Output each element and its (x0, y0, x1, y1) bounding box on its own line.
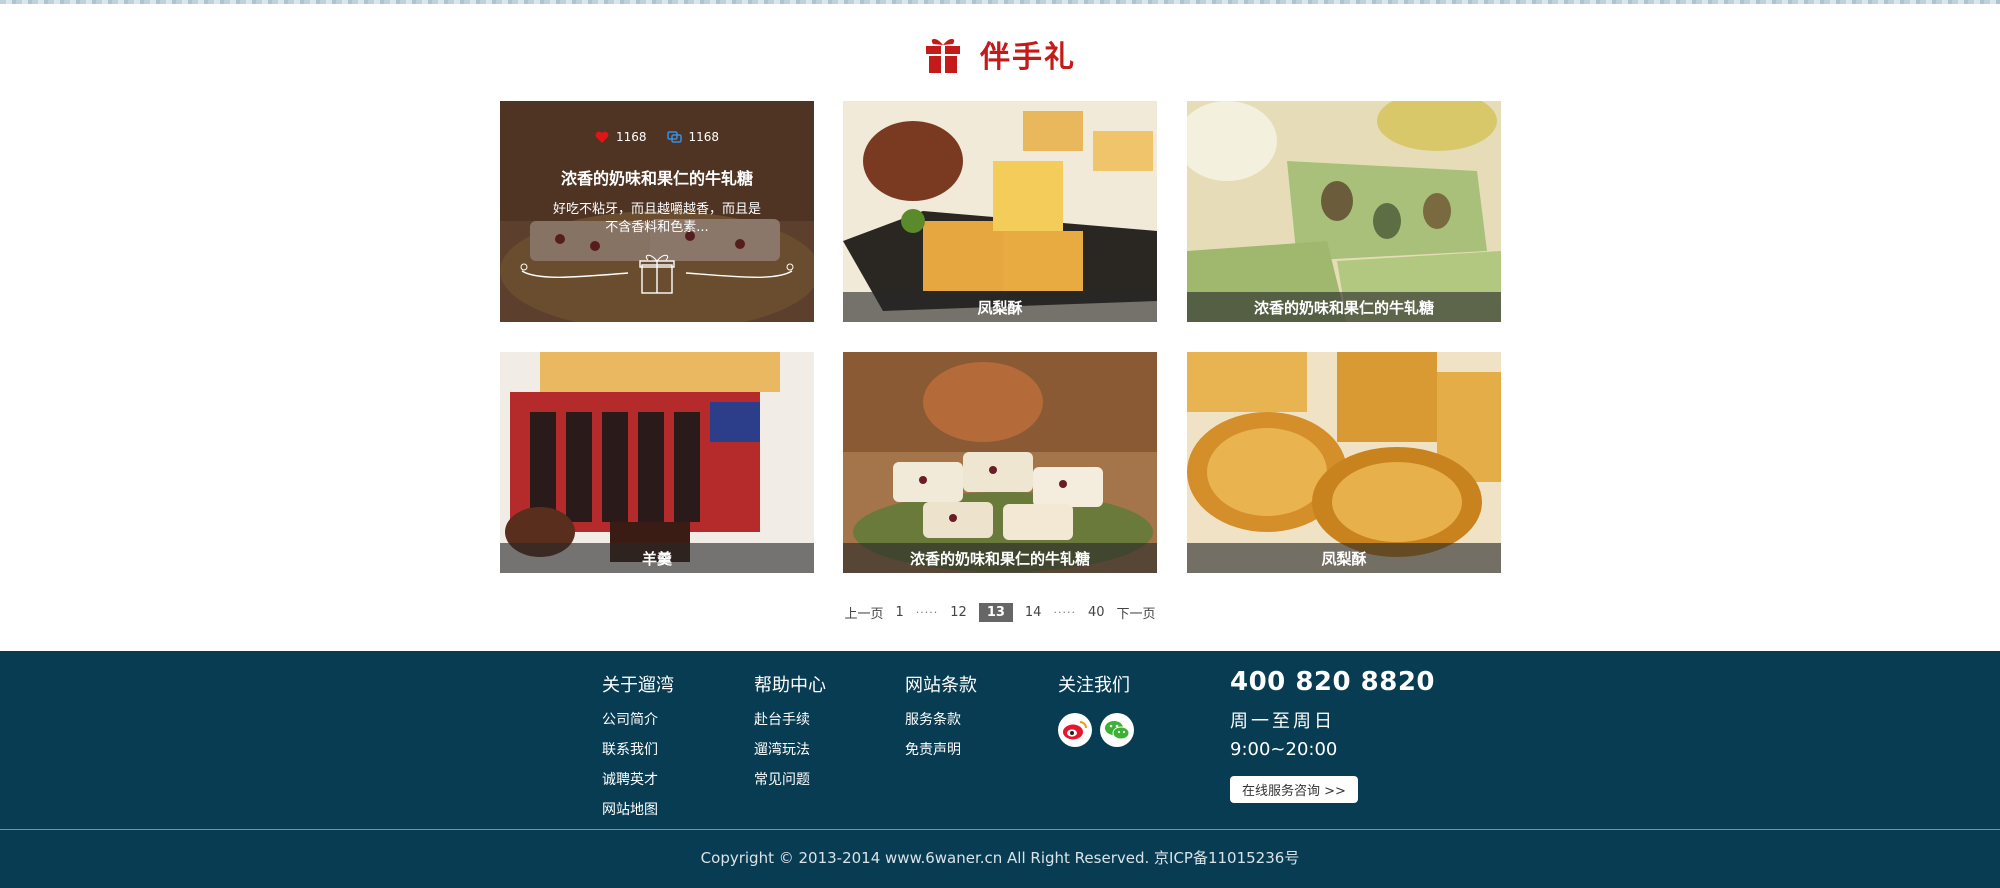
product-photo-yokan (500, 352, 814, 573)
footer-link[interactable]: 联系我们 (602, 735, 674, 765)
product-stats: 1168 1168 (500, 130, 814, 144)
pagination-ellipsis: ····· (1053, 605, 1076, 619)
footer-link[interactable]: 免责声明 (905, 735, 977, 765)
footer-link[interactable]: 常见问题 (754, 765, 826, 795)
pagination-page[interactable]: 40 (1088, 605, 1105, 620)
product-overlay-description: 好吃不粘牙，而且越嚼越香，而且是不含香料和色素... (552, 202, 761, 235)
footer-terms-column: 网站条款 服务条款 免责声明 (905, 671, 977, 765)
site-footer: 关于遛湾 公司简介 联系我们 诚聘英才 网站地图 帮助中心 赴台手续 遛湾玩法 … (0, 651, 2000, 888)
product-card[interactable]: 1168 1168 浓香的奶味和果仁的牛轧糖 好吃不粘牙，而且越嚼越香，而且是不… (500, 101, 814, 322)
footer-link[interactable]: 服务条款 (905, 705, 977, 735)
product-caption: 凤梨酥 (1187, 543, 1501, 573)
heart-icon (595, 131, 609, 143)
pagination-page[interactable]: 1 (896, 605, 904, 620)
product-photo-pineapple-cake (843, 101, 1157, 322)
pagination-current-page[interactable]: 13 (978, 602, 1013, 622)
product-caption: 浓香的奶味和果仁的牛轧糖 (1187, 292, 1501, 322)
footer-link[interactable]: 诚聘英才 (602, 765, 674, 795)
top-decorative-strip (0, 0, 2000, 4)
product-caption: 凤梨酥 (843, 292, 1157, 322)
pagination-prev[interactable]: 上一页 (844, 603, 883, 622)
pagination-page[interactable]: 12 (950, 605, 967, 620)
product-card[interactable]: 浓香的奶味和果仁的牛轧糖 (1187, 101, 1501, 322)
comment-icon (666, 130, 682, 143)
product-overlay-title: 浓香的奶味和果仁的牛轧糖 (560, 169, 753, 188)
service-days: 周一至周日 (1230, 711, 1335, 732)
pagination-next[interactable]: 下一页 (1116, 603, 1155, 622)
product-card[interactable]: 凤梨酥 (843, 101, 1157, 322)
product-hover-overlay: 1168 1168 浓香的奶味和果仁的牛轧糖 好吃不粘牙，而且越嚼越香，而且是不… (500, 101, 814, 322)
product-photo-green-nougat (1187, 101, 1501, 322)
social-links (1058, 713, 1134, 747)
footer-follow-heading: 关注我们 (1058, 675, 1130, 696)
wechat-icon[interactable] (1100, 713, 1134, 747)
product-photo-pineapple-pastry (1187, 352, 1501, 573)
footer-link[interactable]: 遛湾玩法 (754, 735, 826, 765)
service-hours: 9:00~20:00 (1230, 739, 1338, 760)
weibo-icon[interactable] (1058, 713, 1092, 747)
gift-icon (926, 38, 960, 73)
product-caption: 羊羹 (500, 543, 814, 573)
product-card[interactable]: 羊羹 (500, 352, 814, 573)
product-photo-cranberry-nougat (843, 352, 1157, 573)
footer-about-column: 关于遛湾 公司简介 联系我们 诚聘英才 网站地图 (602, 671, 674, 825)
footer-help-column: 帮助中心 赴台手续 遛湾玩法 常见问题 (754, 671, 826, 795)
pagination: 上一页 1 ····· 12 13 14 ····· 40 下一页 (0, 601, 2000, 623)
copyright-text: Copyright © 2013-2014 www.6waner.cn All … (700, 849, 1300, 867)
pagination-page[interactable]: 14 (1025, 605, 1042, 620)
footer-about-heading: 关于遛湾 (602, 675, 674, 696)
footer-link[interactable]: 赴台手续 (754, 705, 826, 735)
comments-count: 1168 (688, 130, 720, 144)
pagination-ellipsis: ····· (915, 605, 939, 619)
product-card[interactable]: 凤梨酥 (1187, 352, 1501, 573)
footer-contact: 400 820 8820 周一至周日 9:00~20:00 在线服务咨询 >> (1230, 667, 1435, 803)
footer-link[interactable]: 网站地图 (602, 795, 674, 825)
section-title-text: 伴手礼 (980, 40, 1076, 75)
footer-follow-column: 关注我们 (1058, 671, 1134, 747)
section-title: 伴手礼 (0, 30, 2000, 78)
comments-stat[interactable]: 1168 (666, 130, 720, 144)
footer-link[interactable]: 公司简介 (602, 705, 674, 735)
footer-help-heading: 帮助中心 (754, 675, 826, 696)
product-grid: 1168 1168 浓香的奶味和果仁的牛轧糖 好吃不粘牙，而且越嚼越香，而且是不… (500, 101, 1501, 573)
product-card[interactable]: 浓香的奶味和果仁的牛轧糖 (843, 352, 1157, 573)
likes-count: 1168 (615, 130, 647, 144)
product-caption: 浓香的奶味和果仁的牛轧糖 (843, 543, 1157, 573)
footer-divider (0, 829, 2000, 830)
online-consult-button[interactable]: 在线服务咨询 >> (1230, 776, 1358, 803)
footer-terms-heading: 网站条款 (905, 675, 977, 696)
hotline-phone: 400 820 8820 (1230, 667, 1436, 697)
likes-stat[interactable]: 1168 (595, 130, 647, 144)
gift-ornament-icon (520, 254, 794, 294)
